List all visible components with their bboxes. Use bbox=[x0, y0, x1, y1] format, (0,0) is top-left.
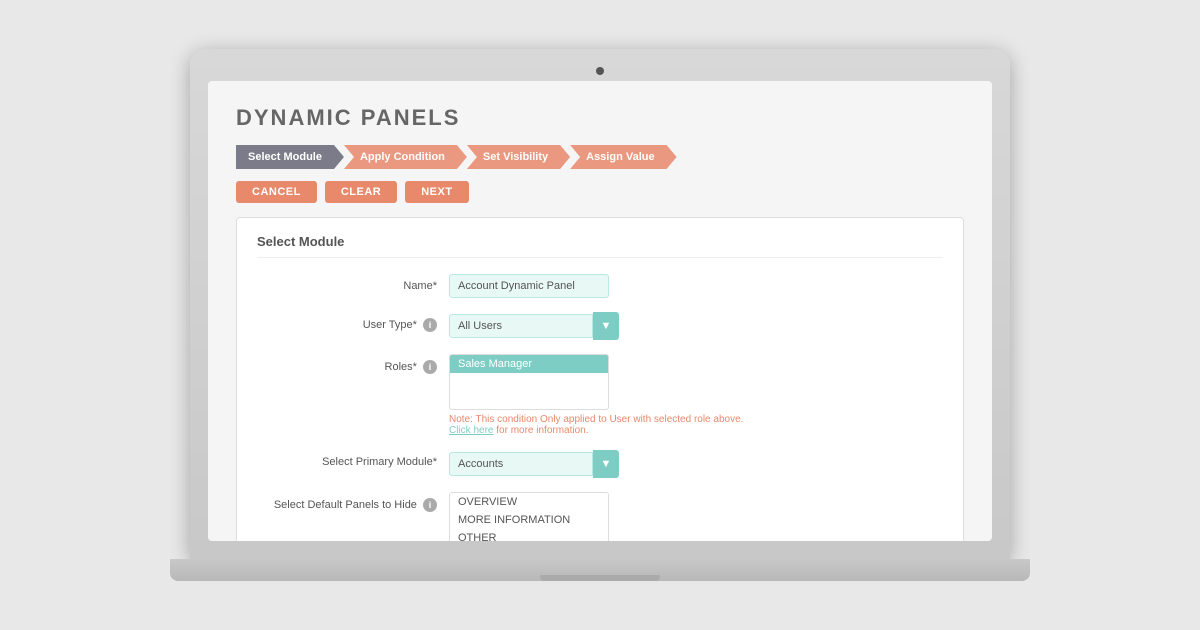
name-label: Name* bbox=[257, 274, 437, 292]
name-input[interactable] bbox=[449, 274, 609, 298]
roles-label: Roles* i bbox=[257, 354, 437, 374]
laptop-camera bbox=[596, 67, 604, 75]
clear-button[interactable]: CLEAR bbox=[325, 181, 397, 203]
default-panels-label: Select Default Panels to Hide i bbox=[257, 492, 437, 512]
user-type-select[interactable]: All Users Admin Regular User bbox=[449, 314, 593, 338]
default-panels-row: Select Default Panels to Hide i OVERVIEW bbox=[257, 492, 943, 541]
step-set-visibility[interactable]: Set Visibility bbox=[467, 145, 570, 169]
roles-note-link[interactable]: Click here bbox=[449, 425, 493, 436]
primary-module-select-wrapper: Accounts Contacts Leads Opportunities ▼ bbox=[449, 450, 619, 478]
laptop-wrapper: DYNAMIC PANELS Select Module Apply Condi… bbox=[170, 35, 1030, 595]
screen-content: DYNAMIC PANELS Select Module Apply Condi… bbox=[208, 81, 992, 541]
step-apply-condition[interactable]: Apply Condition bbox=[344, 145, 467, 169]
breadcrumb-steps: Select Module Apply Condition Set Visibi… bbox=[236, 145, 964, 169]
default-panels-control: OVERVIEW MORE INFORMATION OTHER bbox=[449, 492, 943, 541]
panel-item-more-information[interactable]: MORE INFORMATION bbox=[450, 511, 608, 529]
user-type-label: User Type* i bbox=[257, 312, 437, 332]
dropdown-arrow-icon: ▼ bbox=[601, 320, 612, 332]
user-type-row: User Type* i All Users Admin Regular Use… bbox=[257, 312, 943, 340]
roles-item-sales-manager[interactable]: Sales Manager bbox=[450, 355, 608, 373]
roles-control: Sales Manager Note: This condition Only … bbox=[449, 354, 943, 436]
roles-listbox[interactable]: Sales Manager bbox=[449, 354, 609, 410]
dropdown-arrow-icon: ▼ bbox=[601, 458, 612, 470]
user-type-dropdown-arrow[interactable]: ▼ bbox=[593, 312, 619, 340]
form-panel-title: Select Module bbox=[257, 234, 943, 258]
page-title: DYNAMIC PANELS bbox=[236, 105, 964, 131]
roles-info-icon[interactable]: i bbox=[423, 360, 437, 374]
name-row: Name* bbox=[257, 274, 943, 298]
action-buttons: CANCEL CLEAR NEXT bbox=[236, 181, 964, 203]
laptop-body: DYNAMIC PANELS Select Module Apply Condi… bbox=[190, 49, 1010, 559]
roles-row: Roles* i Sales Manager Note bbox=[257, 354, 943, 436]
step-label: Apply Condition bbox=[360, 151, 445, 163]
user-type-control: All Users Admin Regular User ▼ bbox=[449, 312, 943, 340]
roles-note: Note: This condition Only applied to Use… bbox=[449, 414, 943, 436]
name-control bbox=[449, 274, 943, 298]
primary-module-row: Select Primary Module* Accounts Contacts… bbox=[257, 450, 943, 478]
next-button[interactable]: NEXT bbox=[405, 181, 468, 203]
panel-item-other[interactable]: OTHER bbox=[450, 529, 608, 541]
laptop-screen: DYNAMIC PANELS Select Module Apply Condi… bbox=[208, 81, 992, 541]
primary-module-control: Accounts Contacts Leads Opportunities ▼ bbox=[449, 450, 943, 478]
primary-module-label: Select Primary Module* bbox=[257, 450, 437, 468]
primary-module-select[interactable]: Accounts Contacts Leads Opportunities bbox=[449, 452, 593, 476]
form-panel: Select Module Name* bbox=[236, 217, 964, 541]
panel-item-overview[interactable]: OVERVIEW bbox=[450, 493, 608, 511]
step-label: Assign Value bbox=[586, 151, 654, 163]
default-panels-info-icon[interactable]: i bbox=[423, 498, 437, 512]
primary-module-dropdown-arrow[interactable]: ▼ bbox=[593, 450, 619, 478]
user-type-select-wrapper: All Users Admin Regular User ▼ bbox=[449, 312, 619, 340]
cancel-button[interactable]: CANCEL bbox=[236, 181, 317, 203]
step-select-module[interactable]: Select Module bbox=[236, 145, 344, 169]
user-type-info-icon[interactable]: i bbox=[423, 318, 437, 332]
laptop-base bbox=[170, 559, 1030, 581]
step-assign-value[interactable]: Assign Value bbox=[570, 145, 676, 169]
step-label: Select Module bbox=[248, 151, 322, 163]
step-label: Set Visibility bbox=[483, 151, 548, 163]
default-panels-listbox[interactable]: OVERVIEW MORE INFORMATION OTHER bbox=[449, 492, 609, 541]
